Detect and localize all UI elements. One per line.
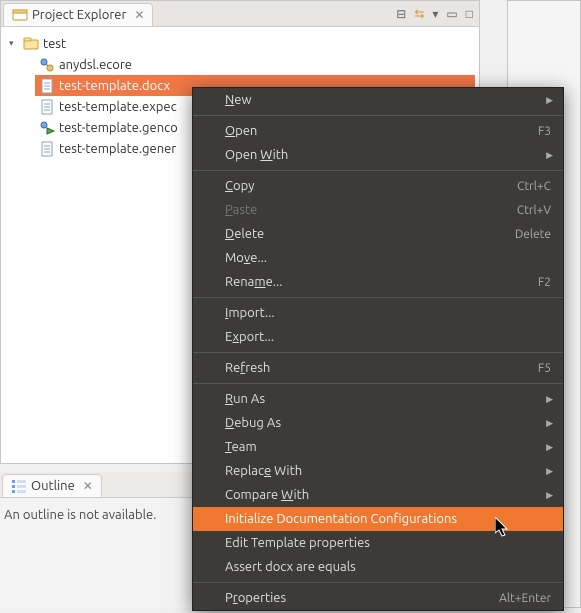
context-menu-item[interactable]: Compare With▶ [193, 483, 563, 507]
context-menu-accelerator: Ctrl+V [517, 204, 551, 217]
context-menu-label: Run As [225, 392, 551, 406]
submenu-arrow-icon: ▶ [546, 95, 553, 106]
context-menu-accelerator: F2 [538, 276, 551, 289]
context-menu-item[interactable]: Assert docx are equals [193, 555, 563, 579]
context-menu-item[interactable]: Move... [193, 246, 563, 270]
context-menu-item[interactable]: Replace With▶ [193, 459, 563, 483]
minimize-icon[interactable]: ▭ [446, 7, 457, 21]
context-menu-item[interactable]: Export... [193, 325, 563, 349]
tree-item-label: anydsl.ecore [59, 58, 132, 72]
context-menu-item[interactable]: New▶ [193, 88, 563, 112]
context-menu-item[interactable]: DeleteDelete [193, 222, 563, 246]
context-menu-label: Import... [225, 306, 551, 320]
tree-project-root[interactable]: ▾ test [5, 33, 475, 54]
context-menu-separator [193, 297, 563, 298]
context-menu-label: Compare With [225, 488, 551, 502]
context-menu-label: Move... [225, 251, 551, 265]
context-menu-accelerator: F5 [538, 362, 551, 375]
context-menu-label: Replace With [225, 464, 551, 478]
context-menu-accelerator: Delete [515, 228, 551, 241]
outline-tab[interactable]: Outline ✕ [2, 474, 102, 497]
context-menu-label: Open With [225, 148, 551, 162]
submenu-arrow-icon: ▶ [546, 394, 553, 405]
maximize-icon[interactable]: □ [466, 7, 473, 21]
collapse-all-icon[interactable]: ⊟ [396, 7, 406, 21]
context-menu-item[interactable]: OpenF3 [193, 119, 563, 143]
context-menu-label: Assert docx are equals [225, 560, 551, 574]
project-explorer-tabbar: Project Explorer ✕ ⊟ ⇆ ▾ ▭ □ [1, 1, 479, 27]
close-outline-icon[interactable]: ✕ [83, 479, 93, 493]
outline-icon [11, 478, 27, 494]
navigator-icon [12, 7, 28, 23]
project-explorer-tab[interactable]: Project Explorer ✕ [3, 3, 153, 26]
context-menu-label: Refresh [225, 361, 538, 375]
context-menu-label: Export... [225, 330, 551, 344]
context-menu-item[interactable]: Import... [193, 301, 563, 325]
context-menu-label: Properties [225, 591, 499, 605]
context-menu-separator [193, 383, 563, 384]
context-menu-item[interactable]: RefreshF5 [193, 356, 563, 380]
submenu-arrow-icon: ▶ [546, 418, 553, 429]
close-tab-icon[interactable]: ✕ [134, 8, 144, 22]
context-menu-label: Team [225, 440, 551, 454]
project-explorer-tab-label: Project Explorer [32, 8, 126, 22]
context-menu-label: Copy [225, 179, 517, 193]
submenu-arrow-icon: ▶ [546, 466, 553, 477]
project-explorer-toolbar: ⊟ ⇆ ▾ ▭ □ [396, 7, 479, 21]
view-menu-icon[interactable]: ▾ [432, 7, 438, 21]
context-menu-label: Debug As [225, 416, 551, 430]
tree-item[interactable]: anydsl.ecore [35, 54, 475, 75]
submenu-arrow-icon: ▶ [546, 490, 553, 501]
context-menu-item[interactable]: Initialize Documentation Configurations [193, 507, 563, 531]
context-menu-item[interactable]: PropertiesAlt+Enter [193, 586, 563, 610]
context-menu-separator [193, 115, 563, 116]
context-menu-separator [193, 582, 563, 583]
project-folder-icon [23, 36, 39, 52]
tree-item-label: test-template.gener [59, 142, 176, 156]
context-menu-separator [193, 170, 563, 171]
context-menu-item[interactable]: CopyCtrl+C [193, 174, 563, 198]
doc-file-icon [39, 141, 55, 157]
context-menu-separator [193, 352, 563, 353]
context-menu-label: New [225, 93, 551, 107]
context-menu-label: Delete [225, 227, 515, 241]
context-menu-label: Open [225, 124, 538, 138]
context-menu-item[interactable]: Rename...F2 [193, 270, 563, 294]
expand-twisty-icon[interactable]: ▾ [9, 38, 19, 49]
context-menu-accelerator: F3 [538, 125, 551, 138]
context-menu-label: Rename... [225, 275, 538, 289]
context-menu-label: Paste [225, 203, 517, 217]
context-menu-accelerator: Ctrl+C [517, 180, 551, 193]
context-menu-label: Edit Template properties [225, 536, 551, 550]
gen-file-icon [39, 120, 55, 136]
tree-root-label: test [43, 37, 66, 51]
submenu-arrow-icon: ▶ [546, 442, 553, 453]
outline-tab-label: Outline [31, 479, 75, 493]
context-menu-item[interactable]: Debug As▶ [193, 411, 563, 435]
context-menu-item[interactable]: Open With▶ [193, 143, 563, 167]
context-menu-item[interactable]: Team▶ [193, 435, 563, 459]
doc-file-icon [39, 99, 55, 115]
context-menu: New▶OpenF3Open With▶CopyCtrl+CPasteCtrl+… [192, 87, 564, 611]
tree-item-label: test-template.genco [59, 121, 178, 135]
doc-file-icon [39, 78, 55, 94]
context-menu-item[interactable]: Run As▶ [193, 387, 563, 411]
ecore-file-icon [39, 57, 55, 73]
tree-item-label: test-template.docx [59, 79, 170, 93]
link-with-editor-icon[interactable]: ⇆ [414, 7, 424, 21]
submenu-arrow-icon: ▶ [546, 150, 553, 161]
tree-item-label: test-template.expec [59, 100, 177, 114]
context-menu-item[interactable]: Edit Template properties [193, 531, 563, 555]
context-menu-accelerator: Alt+Enter [499, 592, 551, 605]
context-menu-item: PasteCtrl+V [193, 198, 563, 222]
context-menu-label: Initialize Documentation Configurations [225, 512, 551, 526]
